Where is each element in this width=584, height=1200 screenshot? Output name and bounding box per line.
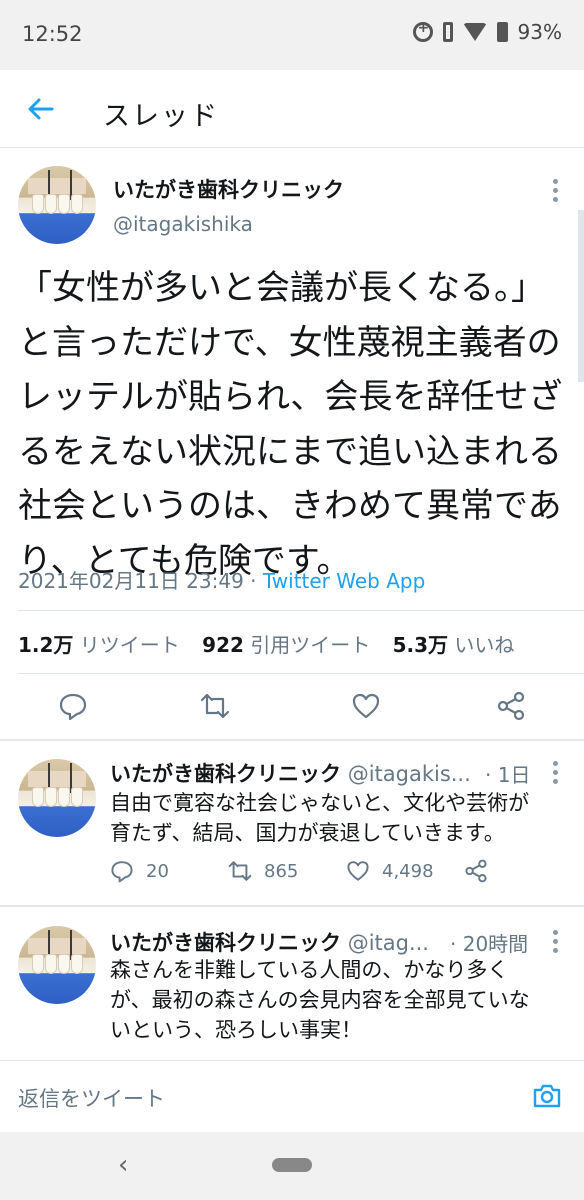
retweets-label[interactable]: リツイート [80,633,180,657]
divider [18,673,584,674]
battery-percent: 93% [517,20,562,44]
reply-author-name[interactable]: いたがき歯科クリニック [110,931,341,955]
arrow-left-icon[interactable] [26,94,56,124]
reply-button[interactable]: 20 [110,859,169,883]
reply-text-line: 森さんを非難している人間の、かなり多く [110,958,509,982]
reply-count: 20 [146,860,169,882]
tweet-actions [0,675,584,735]
reply-time: · 1日 [485,763,531,787]
reply-icon [111,861,133,883]
like-icon [347,861,369,881]
tweet-stats: 1.2万 リツイート 922 引用ツイート 5.3万 いいね [18,629,514,658]
quotes-count[interactable]: 922 [202,633,244,657]
reply-text-line: いという、恐ろしい事実！ [110,1018,362,1042]
tweet-meta: 2021年02月11日 23:49 · Twitter Web App [18,565,425,594]
tweet-text: 「女性が多いと会議が長くなる。」 と言っただけで、女性蔑視主義者の レッテルが貼… [18,261,574,588]
share-icon[interactable] [496,691,526,721]
tweet-text-line: レッテルが貼られ、会長を辞任せざ [18,377,563,417]
reply-text-line: 自由で寛容な社会じゃないと、文化や芸術が [110,791,530,815]
system-nav-bar: ‹ [0,1132,584,1200]
status-bar: 12:52 93% [0,0,584,70]
nav-home-pill[interactable] [272,1158,312,1172]
meta-separator: · [250,569,257,593]
reply-text-line: が、最初の森さんの会見内容を全部見ていな [110,988,530,1012]
divider [0,905,584,907]
reply-actions: 20 865 4,498 [110,859,550,889]
vibrate-icon [442,22,453,42]
page-title: スレッド [103,101,219,132]
status-icons: 93% [412,20,562,44]
reply-header: いたがき歯科クリニック @itagakis... [110,758,471,788]
more-options-icon[interactable] [553,179,559,203]
author-handle[interactable]: @itagakishika [113,212,253,236]
reply-tweet[interactable]: いたがき歯科クリニック @itag... · 20時間 森さんを非難している人間… [0,908,584,1058]
wifi-icon [462,23,487,41]
like-button[interactable]: 4,498 [346,859,434,883]
reply-tweet[interactable]: いたがき歯科クリニック @itagakis... · 1日 自由で寛容な社会じゃ… [0,741,584,901]
reply-text: 森さんを非難している人間の、かなり多く が、最初の森さんの会見内容を全部見ていな… [110,955,576,1045]
app-header: スレッド [0,70,584,148]
reply-icon[interactable] [58,691,88,721]
reply-text: 自由で寛容な社会じゃないと、文化や芸術が 育たず、結局、国力が衰退していきます。 [110,788,570,848]
reply-time: · 20時間 [450,932,529,956]
tweet-text-line: 「女性が多いと会議が長くなる。」 [18,268,545,308]
share-icon [465,859,487,883]
avatar[interactable] [18,926,96,1004]
likes-count[interactable]: 5.3万 [393,633,448,657]
retweet-count: 865 [264,860,299,882]
tweet-source[interactable]: Twitter Web App [263,569,425,593]
author-name[interactable]: いたがき歯科クリニック [113,174,344,204]
retweet-icon[interactable] [200,691,230,721]
battery-icon [496,22,508,42]
reply-author-handle[interactable]: @itagakis... [348,762,471,786]
data-saver-icon [412,20,433,42]
avatar[interactable] [18,166,96,244]
more-options-icon[interactable] [553,930,559,954]
like-count: 4,498 [382,860,434,882]
more-options-icon[interactable] [553,761,559,785]
likes-label[interactable]: いいね [454,633,514,657]
reply-author-name[interactable]: いたがき歯科クリニック [110,762,341,786]
reply-header: いたがき歯科クリニック @itag... [110,927,429,957]
retweet-icon [228,861,252,881]
divider [18,610,584,611]
tweet-text-line: 社会というのは、きわめて異常であ [18,486,562,526]
tweet-timestamp: 2021年02月11日 23:49 [18,569,244,593]
camera-icon[interactable] [532,1081,562,1111]
reply-author-handle[interactable]: @itag... [348,931,429,955]
status-time: 12:52 [22,22,83,46]
reply-text-line: 育たず、結局、国力が衰退していきます。 [110,821,505,845]
reply-input[interactable]: 返信をツイート [18,1083,165,1113]
reply-bar: 返信をツイート [0,1060,584,1132]
share-button[interactable] [464,859,488,883]
nav-back-icon[interactable]: ‹ [118,1150,128,1180]
retweets-count[interactable]: 1.2万 [18,633,73,657]
tweet-text-line: と言っただけで、女性蔑視主義者の [18,322,561,363]
avatar[interactable] [18,759,96,837]
quotes-label[interactable]: 引用ツイート [250,633,370,657]
scroll-indicator[interactable] [578,210,584,382]
tweet-text-line: るをえない状況にまで追い込まれる [18,431,562,472]
retweet-button[interactable]: 865 [228,859,298,883]
like-icon[interactable] [351,691,381,721]
